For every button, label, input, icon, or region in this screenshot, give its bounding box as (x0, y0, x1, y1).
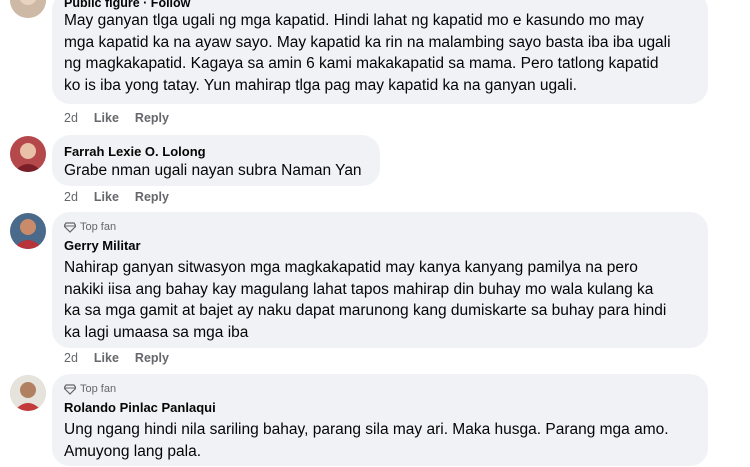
avatar[interactable] (10, 213, 46, 249)
comment-line: May ganyan tlga ugali ng mga kapatid. Hi… (64, 12, 644, 29)
comment-line: nakiki iisa ang bahay kay magulang lahat… (64, 280, 654, 298)
avatar[interactable] (10, 136, 46, 172)
comment-text: May ganyan tlga ugali ng mga kapatid. Hi… (64, 10, 696, 96)
top-fan-badge: Top fan (64, 220, 696, 234)
comment-time[interactable]: 2d (64, 111, 78, 125)
comment-line: ng magkakapatid. Kagaya sa amin 6 kami m… (64, 55, 659, 72)
comment-author[interactable]: Farrah Lexie O. Lolong (64, 143, 368, 160)
badge-label: Top fan (80, 383, 117, 395)
comment-time[interactable]: 2d (64, 190, 78, 204)
avatar[interactable] (10, 0, 46, 18)
diamond-icon (64, 221, 76, 233)
reply-button[interactable]: Reply (135, 111, 169, 125)
reply-button[interactable]: Reply (135, 190, 169, 204)
comment-header[interactable]: Public figure · Follow (64, 0, 696, 10)
comment-line: Amuyong lang pala. (64, 442, 202, 460)
avatar-image (10, 136, 46, 172)
comment-text: Ung ngang hindi nila sariling bahay, par… (64, 419, 696, 462)
comment-line: ka lagi umaasa sa mga iba (64, 323, 249, 341)
reply-button[interactable]: Reply (135, 351, 169, 365)
comment-bubble: Farrah Lexie O. Lolong Grabe nman ugali … (52, 135, 380, 186)
avatar-image (10, 0, 46, 18)
comment-line: Nahirap ganyan sitwasyon mga magkakapati… (64, 259, 638, 276)
avatar-image (10, 213, 46, 249)
comment-text: Grabe nman ugali nayan subra Naman Yan (64, 162, 362, 179)
comment-bubble: Top fan Rolando Pinlac Panlaqui Ung ngan… (52, 374, 708, 466)
like-button[interactable]: Like (94, 190, 119, 204)
comment-bubble: Public figure · Follow May ganyan tlga u… (52, 0, 708, 104)
comment-bubble: Top fan Gerry Militar Nahirap ganyan sit… (52, 212, 708, 348)
like-button[interactable]: Like (94, 351, 119, 365)
like-button[interactable]: Like (94, 111, 119, 125)
badge-label: Top fan (80, 221, 117, 233)
comment-actions: 2d Like Reply (64, 190, 169, 204)
comment-text: Nahirap ganyan sitwasyon mga magkakapati… (64, 257, 696, 343)
top-fan-badge: Top fan (64, 382, 696, 396)
comment-line: Ung ngang hindi nila sariling bahay, par… (64, 421, 669, 438)
diamond-icon (64, 383, 76, 395)
comment-line: mga kapatid ka na ayaw sayo. May kapatid… (64, 33, 671, 51)
avatar-image (10, 375, 46, 411)
comment-line: ka sa mga gamit at bajet ay naku dapat m… (64, 302, 667, 319)
comment-line: ko is iba yong tatay. Yun mahirap tlga p… (64, 76, 577, 94)
comment-author[interactable]: Gerry Militar (64, 237, 696, 254)
comment-actions: 2d Like Reply (64, 111, 169, 125)
avatar[interactable] (10, 375, 46, 411)
comment-actions: 2d Like Reply (64, 351, 169, 365)
comment-author[interactable]: Rolando Pinlac Panlaqui (64, 399, 696, 416)
comment-time[interactable]: 2d (64, 351, 78, 365)
